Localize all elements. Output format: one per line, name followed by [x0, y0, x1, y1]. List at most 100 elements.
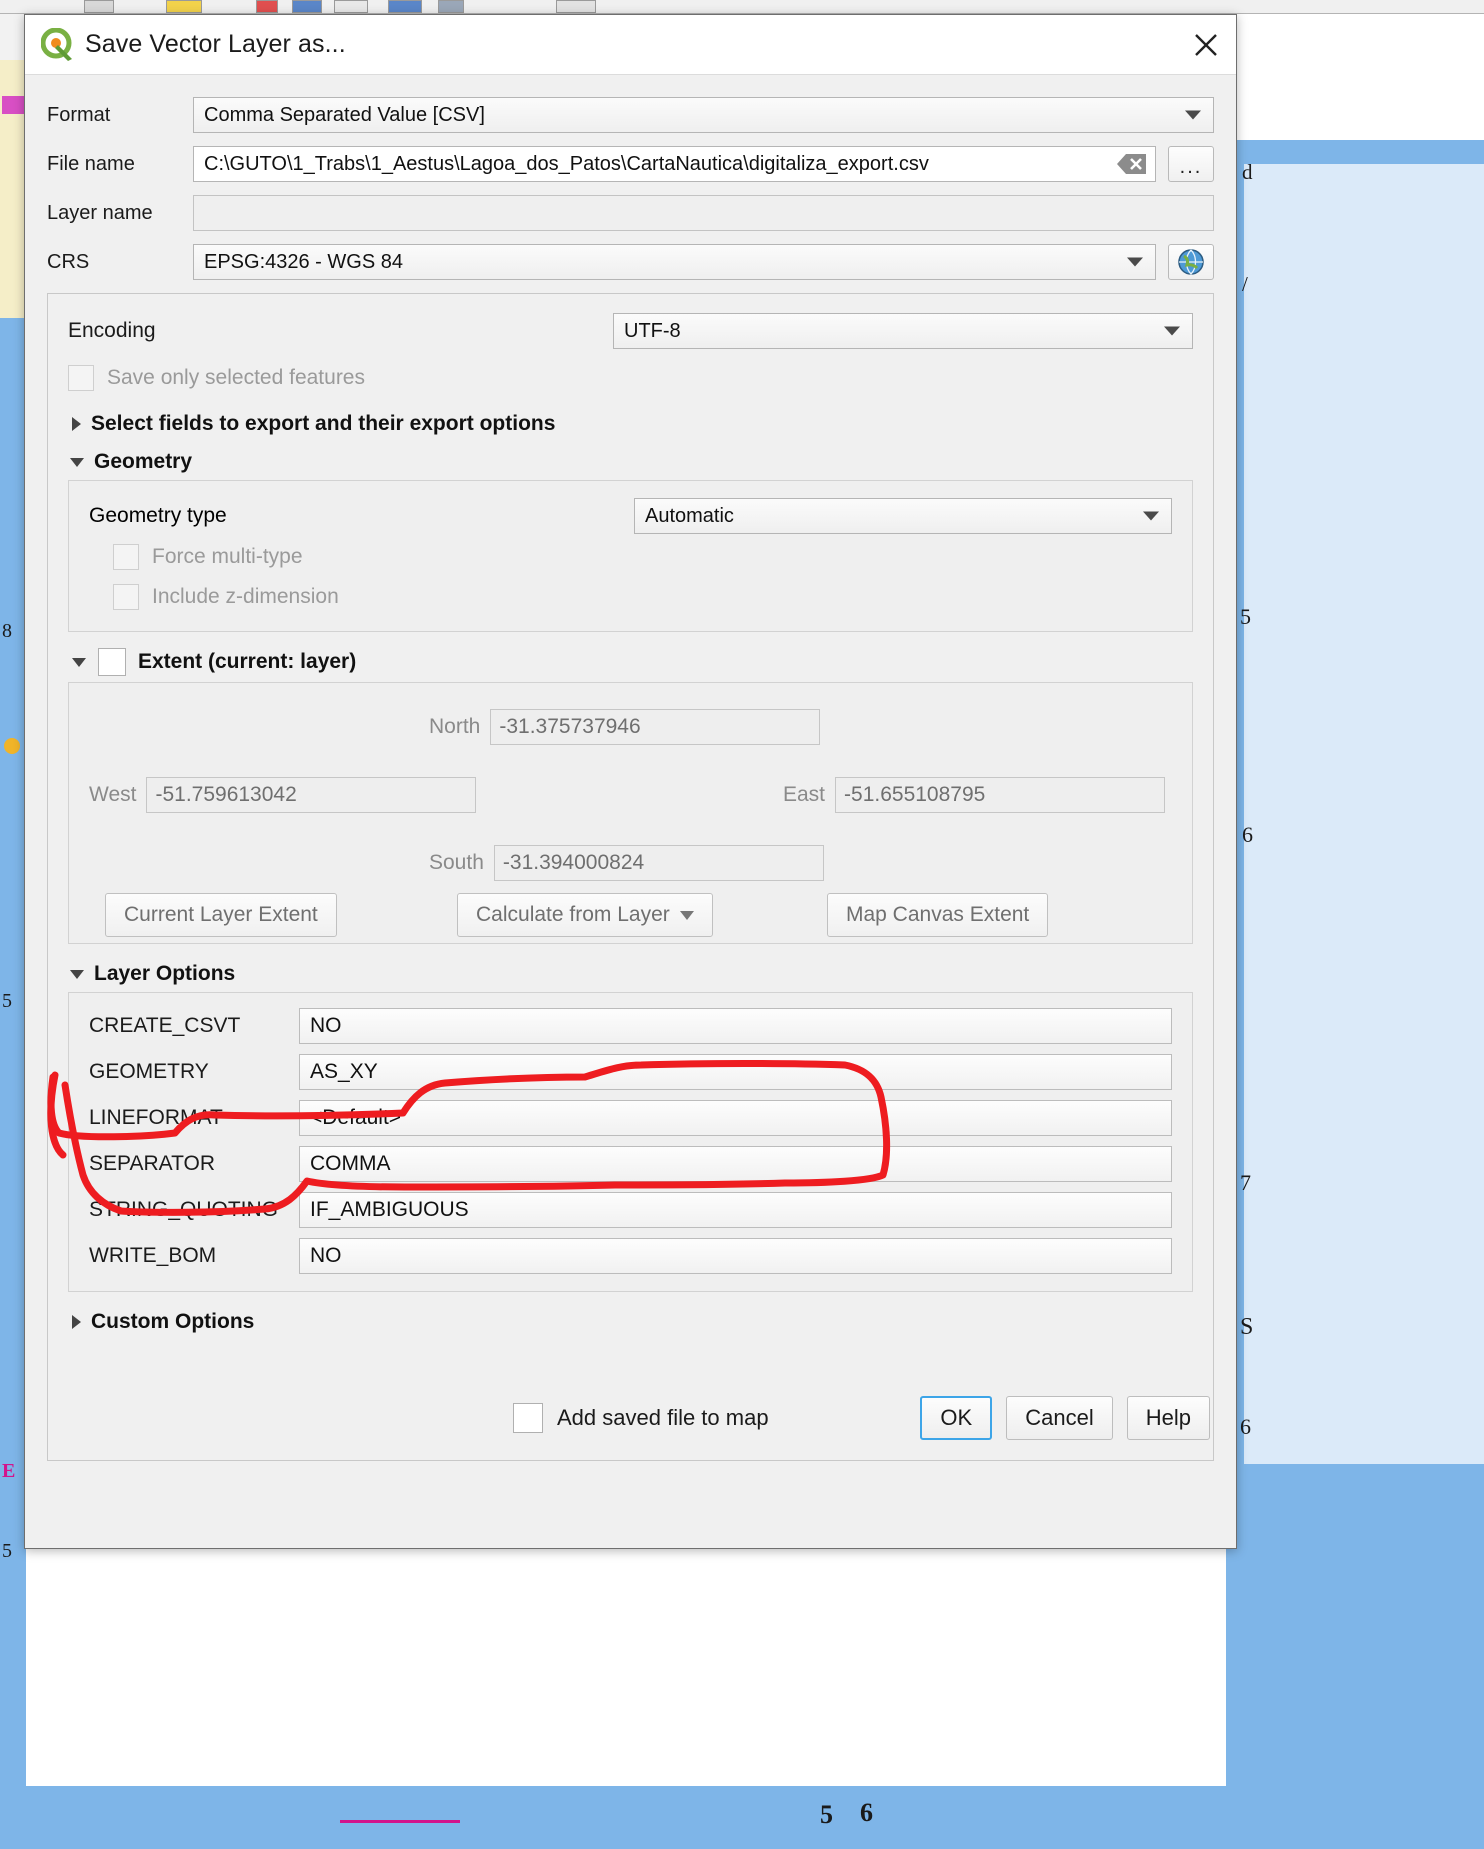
calculate-from-layer-button[interactable]: Calculate from Layer — [457, 893, 713, 937]
encoding-label: Encoding — [68, 319, 156, 342]
save-selected-features-label: Save only selected features — [107, 366, 365, 389]
force-multi-type-checkbox[interactable] — [113, 544, 139, 570]
custom-options-label: Custom Options — [91, 1310, 255, 1333]
chevron-down-icon — [1164, 326, 1180, 336]
format-label: Format — [47, 103, 111, 126]
help-button[interactable]: Help — [1126, 1396, 1210, 1440]
select-fields-section-header[interactable]: Select fields to export and their export… — [68, 412, 1193, 436]
layer-option-combo[interactable]: IF_AMBIGUOUS — [299, 1192, 1172, 1228]
extent-east-input[interactable]: -51.655108795 — [835, 777, 1166, 813]
crs-label: CRS — [47, 250, 90, 273]
toolbar-icon-3 — [256, 0, 278, 13]
layer-options-section-header[interactable]: Layer Options — [68, 962, 1193, 986]
select-crs-button[interactable] — [1168, 244, 1214, 280]
toolbar-icon-5 — [334, 0, 368, 13]
format-value: Comma Separated Value [CSV] — [204, 103, 485, 126]
layer-option-value: COMMA — [310, 1152, 391, 1175]
extent-section-header[interactable]: Extent (current: layer) — [68, 648, 1193, 676]
layer-option-row: SEPARATOR COMMA — [89, 1141, 1172, 1187]
crs-value: EPSG:4326 - WGS 84 — [204, 250, 403, 273]
extent-west-input[interactable]: -51.759613042 — [146, 777, 477, 813]
save-selected-features-row[interactable]: Save only selected features — [68, 358, 1193, 398]
format-combo[interactable]: Comma Separated Value [CSV] — [193, 97, 1214, 133]
layer-option-combo[interactable]: NO — [299, 1008, 1172, 1044]
geometry-type-label: Geometry type — [89, 504, 227, 527]
geometry-section-header[interactable]: Geometry — [68, 450, 1193, 474]
file-name-input[interactable]: C:\GUTO\1_Trabs\1_Aestus\Lagoa_dos_Patos… — [193, 146, 1156, 182]
toolbar-icon-7 — [438, 0, 464, 13]
map-water-area-bottom — [26, 1786, 1226, 1849]
geometry-type-row: Geometry type Automatic — [89, 495, 1172, 537]
layer-option-row: STRING_QUOTING IF_AMBIGUOUS — [89, 1187, 1172, 1233]
chevron-down-icon — [70, 969, 84, 979]
options-scroll-panel: Encoding UTF-8 Save only selected featur… — [47, 293, 1214, 1461]
extent-label: Extent (current: layer) — [138, 650, 357, 673]
cancel-button[interactable]: Cancel — [1006, 1396, 1113, 1440]
layer-option-row: CREATE_CSVT NO — [89, 1003, 1172, 1049]
save-vector-layer-dialog: Save Vector Layer as... Format Comma Sep… — [24, 14, 1237, 1549]
chevron-right-icon — [72, 1315, 81, 1329]
extent-north-label: North — [429, 715, 481, 738]
chevron-down-icon — [72, 657, 86, 667]
layer-option-combo[interactable]: <Default> — [299, 1100, 1172, 1136]
layer-option-combo[interactable]: AS_XY — [299, 1054, 1172, 1090]
ok-button[interactable]: OK — [920, 1396, 993, 1440]
extent-north-input[interactable]: -31.375737946 — [490, 709, 821, 745]
encoding-combo[interactable]: UTF-8 — [613, 313, 1193, 349]
add-saved-file-checkbox[interactable] — [513, 1403, 543, 1433]
encoding-value: UTF-8 — [624, 319, 681, 342]
current-layer-extent-button[interactable]: Current Layer Extent — [105, 893, 337, 937]
custom-options-section-header[interactable]: Custom Options — [68, 1310, 1193, 1334]
map-label-2: 5 — [2, 990, 12, 1012]
force-multi-type-label: Force multi-type — [152, 545, 303, 568]
dialog-titlebar: Save Vector Layer as... — [25, 15, 1236, 75]
layer-options-label: Layer Options — [94, 962, 236, 985]
layer-option-row: LINEFORMAT <Default> — [89, 1095, 1172, 1141]
layer-option-value: IF_AMBIGUOUS — [310, 1198, 469, 1221]
chevron-down-icon — [679, 910, 694, 920]
map-label-4: 5 — [2, 1540, 12, 1562]
extent-south-input[interactable]: -31.394000824 — [493, 845, 824, 881]
crs-row: CRS EPSG:4326 - WGS 84 — [47, 244, 1214, 280]
add-saved-file-label: Add saved file to map — [557, 1405, 769, 1430]
crs-combo[interactable]: EPSG:4326 - WGS 84 — [193, 244, 1156, 280]
chevron-down-icon — [1127, 257, 1143, 267]
layer-option-name: GEOMETRY — [89, 1060, 209, 1083]
browse-button[interactable]: ... — [1168, 146, 1214, 182]
extent-checkbox[interactable] — [98, 648, 126, 676]
layer-options-groupbox: CREATE_CSVT NO GEOMETRY AS_XY LINEFORMAT — [68, 992, 1193, 1292]
geometry-type-combo[interactable]: Automatic — [634, 498, 1172, 534]
layer-option-value: <Default> — [310, 1106, 402, 1129]
layer-option-combo[interactable]: COMMA — [299, 1146, 1172, 1182]
include-z-dimension-checkbox[interactable] — [113, 584, 139, 610]
layer-option-name: CREATE_CSVT — [89, 1014, 241, 1037]
add-saved-file-row[interactable]: Add saved file to map — [513, 1403, 769, 1433]
encoding-row: Encoding UTF-8 — [68, 312, 1193, 350]
close-icon[interactable] — [1186, 27, 1226, 63]
file-name-row: File name C:\GUTO\1_Trabs\1_Aestus\Lagoa… — [47, 146, 1214, 182]
layer-name-row: Layer name — [47, 195, 1214, 231]
layer-option-name: STRING_QUOTING — [89, 1198, 279, 1221]
force-multi-type-row[interactable]: Force multi-type — [113, 537, 1172, 577]
clear-icon[interactable] — [1117, 153, 1147, 175]
save-selected-features-checkbox[interactable] — [68, 365, 94, 391]
calculate-from-layer-label: Calculate from Layer — [476, 903, 670, 926]
layer-option-value: NO — [310, 1244, 342, 1267]
layer-option-row: GEOMETRY AS_XY — [89, 1049, 1172, 1095]
toolbar-icon-2 — [166, 0, 202, 13]
map-canvas-extent-button[interactable]: Map Canvas Extent — [827, 893, 1049, 937]
extent-groupbox: North -31.375737946 West -51.759613042 E… — [68, 682, 1193, 944]
extent-west-field: West -51.759613042 — [89, 777, 477, 813]
format-row: Format Comma Separated Value [CSV] — [47, 97, 1214, 133]
include-z-dimension-row[interactable]: Include z-dimension — [113, 577, 1172, 617]
file-name-value: C:\GUTO\1_Trabs\1_Aestus\Lagoa_dos_Patos… — [204, 152, 929, 175]
extent-east-field: East -51.655108795 — [783, 777, 1166, 813]
map-label-bottom-2: 6 — [860, 1798, 873, 1827]
layer-option-combo[interactable]: NO — [299, 1238, 1172, 1274]
dialog-title: Save Vector Layer as... — [85, 30, 346, 58]
chevron-down-icon — [1185, 110, 1201, 120]
extent-east-label: East — [783, 783, 826, 806]
layer-option-name: WRITE_BOM — [89, 1244, 217, 1267]
layer-name-input[interactable] — [193, 195, 1214, 231]
extent-west-label: West — [89, 783, 137, 806]
